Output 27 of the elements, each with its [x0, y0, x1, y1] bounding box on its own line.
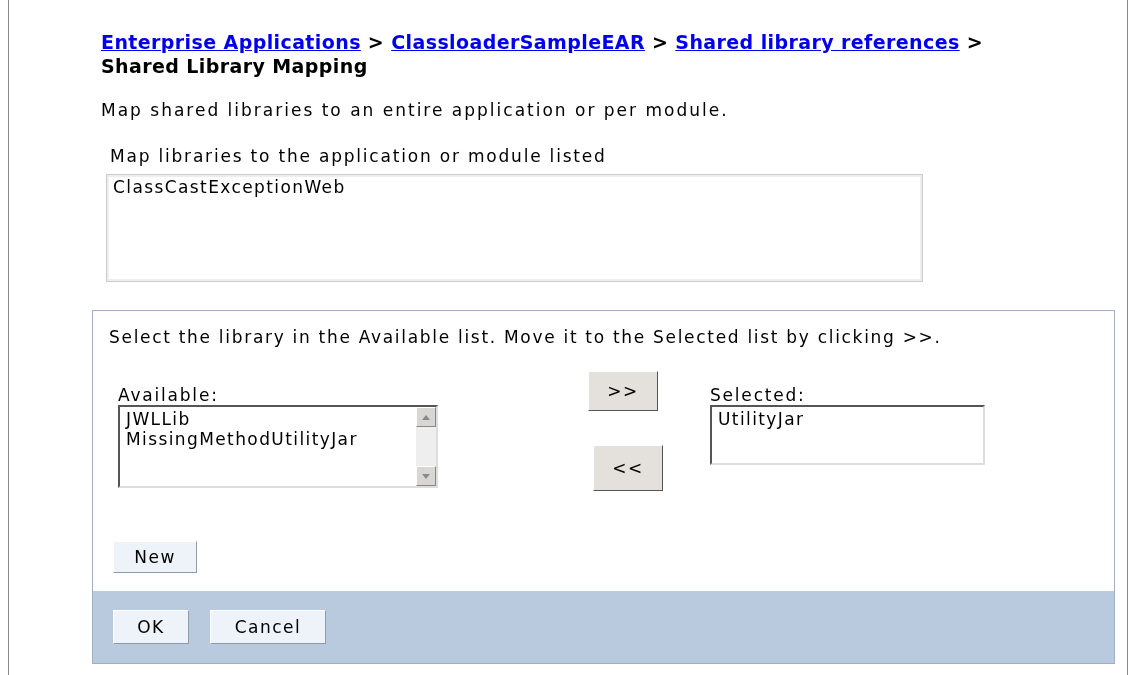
- new-button[interactable]: New: [113, 541, 197, 573]
- page-description: Map shared libraries to an entire application or per module.: [101, 100, 730, 120]
- instruction-text: Select the library in the Available list. Move it to the Selected list by clicking >>.: [109, 327, 943, 347]
- breadcrumb-link[interactable]: ClassloaderSampleEAR: [391, 31, 645, 53]
- scroll-up-icon[interactable]: [422, 414, 430, 420]
- breadcrumb-link[interactable]: Shared library references: [675, 31, 960, 53]
- ok-button[interactable]: OK: [113, 610, 189, 644]
- list-option[interactable]: MissingMethodUtilityJar: [126, 429, 410, 449]
- breadcrumb-separator: >: [965, 31, 983, 53]
- list-option[interactable]: UtilityJar: [718, 409, 977, 429]
- list-option[interactable]: ClassCastExceptionWeb: [113, 177, 916, 197]
- add-button[interactable]: >>: [588, 371, 658, 411]
- current-page-title: Shared Library Mapping: [101, 54, 368, 78]
- selected-list[interactable]: UtilityJar: [710, 405, 985, 465]
- list-label: Available:: [118, 385, 220, 405]
- module-list[interactable]: ClassCastExceptionWeb: [106, 174, 923, 282]
- list-label: Selected:: [710, 385, 807, 405]
- list-label: Map libraries to the application or module listed: [110, 146, 608, 166]
- breadcrumb-link[interactable]: Enterprise Applications: [101, 31, 361, 53]
- available-list[interactable]: JWLLib MissingMethodUtilityJar: [118, 405, 438, 488]
- cancel-button[interactable]: Cancel: [210, 610, 326, 644]
- breadcrumb-separator: >: [366, 31, 386, 53]
- breadcrumb-separator: >: [650, 31, 670, 53]
- list-option[interactable]: JWLLib: [126, 409, 410, 429]
- scroll-down-icon[interactable]: [422, 473, 430, 479]
- scrollbar[interactable]: [416, 407, 436, 486]
- remove-button[interactable]: <<: [593, 445, 663, 491]
